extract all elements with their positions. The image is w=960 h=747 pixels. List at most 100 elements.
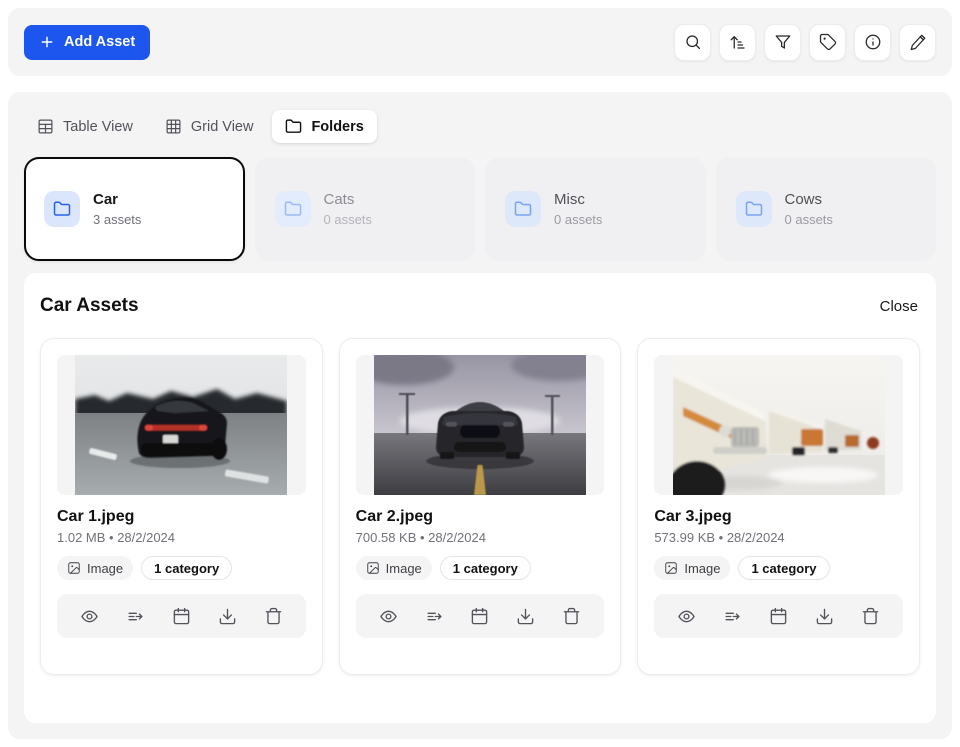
- trash-icon: [861, 607, 880, 626]
- download-icon: [218, 607, 237, 626]
- tab-table-view[interactable]: Table View: [24, 110, 146, 143]
- car-3-photo: [673, 355, 885, 495]
- download-button[interactable]: [811, 603, 838, 630]
- folder-card-misc[interactable]: Misc 0 assets: [485, 157, 706, 261]
- view-tabs: Table View Grid View Folders: [24, 110, 936, 143]
- forward-button[interactable]: [122, 603, 149, 630]
- folder-chip: [505, 191, 541, 227]
- tab-folders[interactable]: Folders: [272, 110, 376, 143]
- sort-button[interactable]: [719, 24, 756, 61]
- folder-icon: [284, 200, 302, 218]
- folder-count: 0 assets: [785, 212, 833, 227]
- folder-icon: [745, 200, 763, 218]
- folder-grid: Car 3 assets Cats 0 assets Misc: [24, 157, 936, 261]
- asset-grid: Car 1.jpeg 1.02 MB • 28/2/2024 Image 1 c…: [40, 338, 920, 675]
- type-badge: Image: [356, 556, 432, 580]
- tab-grid-view[interactable]: Grid View: [152, 110, 267, 143]
- type-badge: Image: [654, 556, 730, 580]
- folder-card-cats[interactable]: Cats 0 assets: [255, 157, 476, 261]
- preview-button[interactable]: [375, 603, 402, 630]
- folder-icon: [53, 200, 71, 218]
- tag-button[interactable]: [809, 24, 846, 61]
- tab-label: Grid View: [191, 119, 254, 135]
- folder-chip: [44, 191, 80, 227]
- type-badge-label: Image: [386, 561, 422, 576]
- folder-count: 0 assets: [324, 212, 372, 227]
- asset-card-car-1: Car 1.jpeg 1.02 MB • 28/2/2024 Image 1 c…: [40, 338, 323, 675]
- folder-name: Cows: [785, 191, 833, 209]
- type-badge-label: Image: [684, 561, 720, 576]
- asset-meta: 1.02 MB • 28/2/2024: [57, 530, 306, 545]
- pencil-icon: [909, 33, 927, 51]
- eye-icon: [677, 607, 696, 626]
- folder-name: Cats: [324, 191, 372, 209]
- asset-card-car-2: Car 2.jpeg 700.58 KB • 28/2/2024 Image 1…: [339, 338, 622, 675]
- type-badge-label: Image: [87, 561, 123, 576]
- folder-card-cows[interactable]: Cows 0 assets: [716, 157, 937, 261]
- category-badge: 1 category: [440, 556, 531, 580]
- asset-thumbnail-car-2: [356, 355, 605, 495]
- folder-name: Misc: [554, 191, 602, 209]
- panel-title: Car Assets: [40, 295, 139, 317]
- trash-icon: [264, 607, 283, 626]
- table-icon: [37, 118, 54, 135]
- folder-count: 3 assets: [93, 212, 141, 227]
- filter-icon: [774, 33, 792, 51]
- asset-action-bar: [654, 594, 903, 638]
- forward-button[interactable]: [421, 603, 448, 630]
- add-asset-button[interactable]: Add Asset: [24, 25, 150, 60]
- asset-thumbnail-car-1: [57, 355, 306, 495]
- asset-badges: Image 1 category: [654, 556, 903, 580]
- filter-button[interactable]: [764, 24, 801, 61]
- asset-thumbnail-car-3: [654, 355, 903, 495]
- folder-icon: [285, 118, 302, 135]
- calendar-icon: [470, 607, 489, 626]
- asset-meta: 700.58 KB • 28/2/2024: [356, 530, 605, 545]
- calendar-icon: [769, 607, 788, 626]
- asset-badges: Image 1 category: [356, 556, 605, 580]
- eye-icon: [379, 607, 398, 626]
- folder-name: Car: [93, 191, 141, 209]
- search-button[interactable]: [674, 24, 711, 61]
- download-button[interactable]: [214, 603, 241, 630]
- type-badge: Image: [57, 556, 133, 580]
- eye-icon: [80, 607, 99, 626]
- image-icon: [67, 561, 81, 575]
- download-button[interactable]: [512, 603, 539, 630]
- calendar-button[interactable]: [466, 603, 493, 630]
- tab-label: Table View: [63, 119, 133, 135]
- workspace-panel: Table View Grid View Folders Car 3 asset…: [8, 92, 952, 739]
- info-button[interactable]: [854, 24, 891, 61]
- asset-card-car-3: Car 3.jpeg 573.99 KB • 28/2/2024 Image 1…: [637, 338, 920, 675]
- forward-list-icon: [723, 607, 742, 626]
- top-toolbar: Add Asset: [8, 8, 952, 76]
- delete-button[interactable]: [558, 603, 585, 630]
- edit-button[interactable]: [899, 24, 936, 61]
- calendar-button[interactable]: [765, 603, 792, 630]
- calendar-button[interactable]: [168, 603, 195, 630]
- sort-ascending-icon: [729, 33, 747, 51]
- folder-card-car[interactable]: Car 3 assets: [24, 157, 245, 261]
- preview-button[interactable]: [673, 603, 700, 630]
- forward-list-icon: [126, 607, 145, 626]
- panel-header: Car Assets Close: [40, 289, 920, 317]
- close-button[interactable]: Close: [880, 298, 918, 315]
- folder-chip: [275, 191, 311, 227]
- delete-button[interactable]: [857, 603, 884, 630]
- forward-list-icon: [425, 607, 444, 626]
- car-2-photo: [374, 355, 586, 495]
- trash-icon: [562, 607, 581, 626]
- calendar-icon: [172, 607, 191, 626]
- delete-button[interactable]: [260, 603, 287, 630]
- asset-filename: Car 2.jpeg: [356, 508, 605, 526]
- image-icon: [664, 561, 678, 575]
- forward-button[interactable]: [719, 603, 746, 630]
- plus-icon: [39, 34, 55, 50]
- preview-button[interactable]: [76, 603, 103, 630]
- asset-filename: Car 1.jpeg: [57, 508, 306, 526]
- category-badge: 1 category: [738, 556, 829, 580]
- car-1-photo: [75, 355, 287, 495]
- asset-action-bar: [356, 594, 605, 638]
- info-icon: [864, 33, 882, 51]
- folder-icon: [514, 200, 532, 218]
